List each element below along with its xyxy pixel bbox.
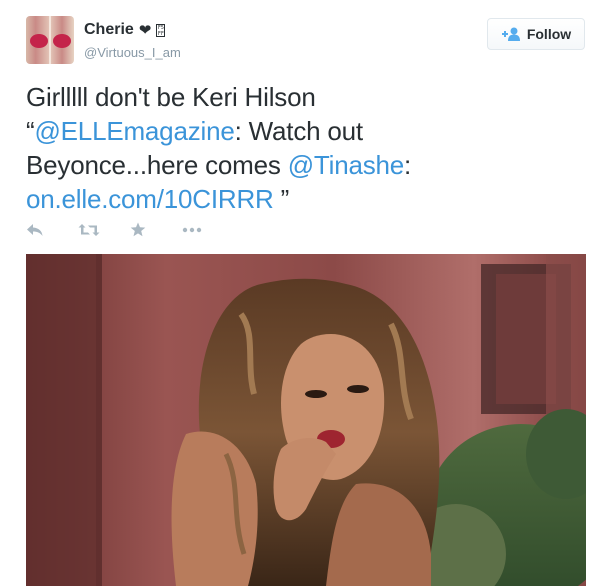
heart-icon: ❤: [138, 21, 152, 39]
more-icon: [182, 227, 202, 232]
retweet-icon: [78, 223, 100, 236]
unknown-glyph-icon: F5 FF: [156, 23, 166, 37]
avatar[interactable]: [26, 16, 74, 64]
close-quote: ”: [273, 184, 290, 214]
tweet-header: Cherie ❤ F5 FF @Virtuous_I_am Follow: [26, 16, 586, 66]
favorite-icon: [130, 222, 146, 237]
tweet-photo[interactable]: [26, 254, 586, 586]
mention-elle-link[interactable]: @ELLEmagazine: [34, 116, 234, 146]
photo-image: [26, 254, 586, 586]
mention-tinashe-link[interactable]: @Tinashe: [288, 150, 405, 180]
add-user-icon: [501, 27, 520, 41]
favorite-button[interactable]: [130, 222, 182, 237]
follow-button-label: Follow: [526, 26, 572, 42]
retweet-button[interactable]: [78, 223, 130, 237]
elle-url-link[interactable]: on.elle.com/10CIRRR: [26, 184, 274, 214]
reply-button[interactable]: [26, 223, 78, 237]
author-name-row[interactable]: Cherie ❤ F5 FF: [84, 21, 166, 39]
follow-button[interactable]: Follow: [487, 18, 585, 50]
author-handle[interactable]: @Virtuous_I_am: [84, 45, 181, 60]
author-name[interactable]: Cherie: [84, 21, 134, 39]
tweet-actions: [26, 222, 234, 237]
more-button[interactable]: [182, 227, 234, 233]
tweet-line-3-start: Beyonce...here comes: [26, 150, 288, 180]
tweet-line-1: Girlllll don't be Keri Hilson: [26, 82, 316, 112]
tweet-text-after-tinashe: :: [404, 150, 412, 180]
tweet-text: Girlllll don't be Keri Hilson “@ELLEmaga…: [26, 80, 586, 216]
tweet-text-after-elle: : Watch out: [234, 116, 364, 146]
reply-icon: [27, 223, 43, 236]
